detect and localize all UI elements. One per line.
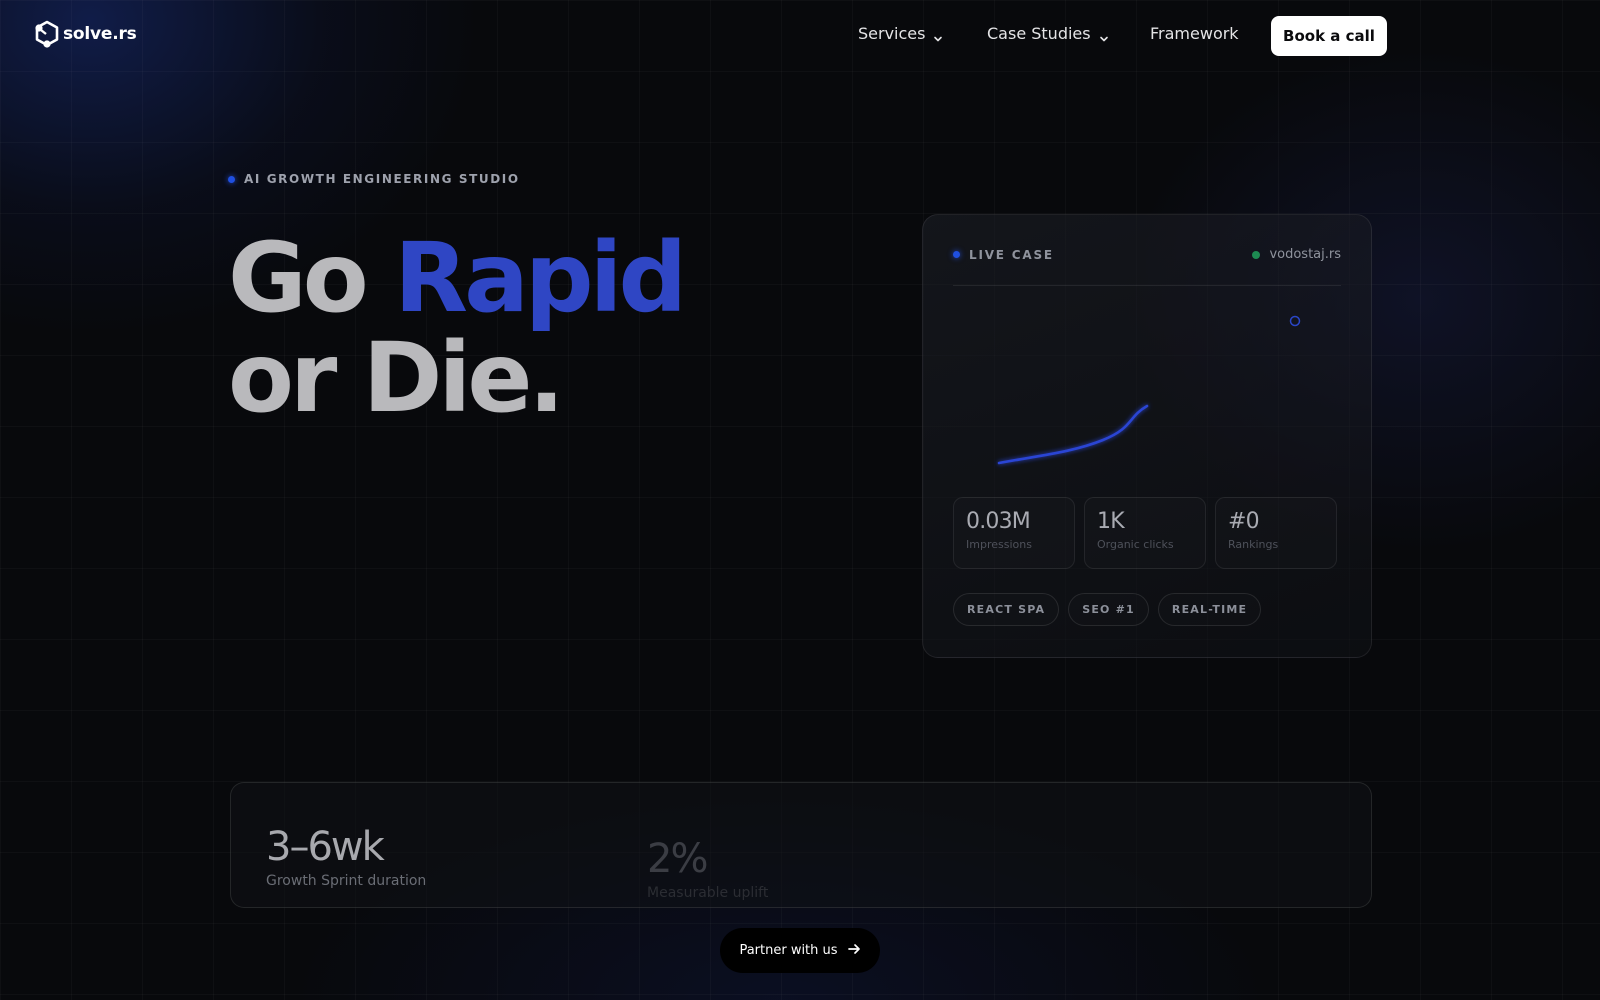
metric-impressions: 0.03M Impressions [953,497,1075,569]
book-a-call-button[interactable]: Book a call [1271,16,1387,56]
hero-headline: Go Rapid or Die. [228,228,687,434]
chart-target-marker [1289,315,1301,327]
partner-button-label: Partner with us [739,943,838,958]
brand-name: solve.rs [63,24,137,44]
metric-label: Impressions [966,538,1032,551]
live-case-site-label: vodostaj.rs [1269,247,1341,262]
stat-label: Measurable uplift [647,885,769,901]
headline-accent: Rapid [394,222,687,334]
metric-value: 0.03M [966,509,1031,534]
top-navigation: solve.rs Services Case Studies Framework… [0,0,1600,70]
metric-organic-clicks: 1K Organic clicks [1084,497,1206,569]
stat-value: 2% [647,836,708,882]
stat-value: 3–6wk [266,824,385,870]
eyebrow-dot-icon [228,175,235,183]
stat-label: Growth Sprint duration [266,873,427,889]
stat-sprint-duration: 3–6wk Growth Sprint duration [266,825,426,889]
metric-label: Rankings [1228,538,1279,551]
metric-label: Organic clicks [1097,538,1174,551]
brand-logo[interactable]: solve.rs [34,20,137,48]
live-case-tag: LIVE CASE [953,248,1054,262]
headline-line-1: Go Rapid [228,228,687,328]
headline-line-2: or Die. [228,322,565,434]
chip-real-time: REAL-TIME [1157,593,1262,626]
eyebrow-text: AI GROWTH ENGINEERING STUDIO [244,172,520,186]
stat-uplift: 2% Measurable uplift [647,837,768,901]
hexagon-node-logo-icon [34,20,60,48]
growth-chart [997,315,1301,465]
arrow-right-icon [847,943,861,959]
tech-chips: REACT SPA SEO #1 REAL-TIME [953,593,1262,626]
partner-with-us-button[interactable]: Partner with us [720,928,880,973]
stats-bar: 3–6wk Growth Sprint duration 2% Measurab… [230,782,1372,908]
live-case-card: LIVE CASE vodostaj.rs 0.03M Impressions … [922,214,1372,658]
metric-value: 1K [1097,509,1125,534]
live-case-site: vodostaj.rs [1252,247,1341,262]
chip-seo: SEO #1 [1068,593,1149,626]
nav-framework[interactable]: Framework [1150,24,1239,43]
nav-services[interactable]: Services [858,24,943,43]
nav-case-studies-label: Case Studies [987,24,1091,43]
nav-services-label: Services [858,24,926,43]
growth-chart-line [997,404,1149,465]
nav-case-studies[interactable]: Case Studies [987,24,1109,43]
live-case-metrics: 0.03M Impressions 1K Organic clicks #0 R… [953,497,1337,569]
live-case-header: LIVE CASE vodostaj.rs [953,247,1341,262]
metric-rankings: #0 Rankings [1215,497,1337,569]
live-case-label: LIVE CASE [969,247,1054,262]
nav-framework-label: Framework [1150,24,1239,43]
hero-eyebrow: AI GROWTH ENGINEERING STUDIO [228,172,520,186]
metric-value: #0 [1228,509,1260,534]
status-online-icon [1252,250,1261,259]
chip-react-spa: REACT SPA [953,593,1060,626]
chevron-down-icon [1099,29,1109,41]
headline-part-1: Go [228,222,395,334]
chevron-down-icon [933,29,943,41]
card-divider [953,285,1341,286]
live-dot-icon [953,251,960,258]
